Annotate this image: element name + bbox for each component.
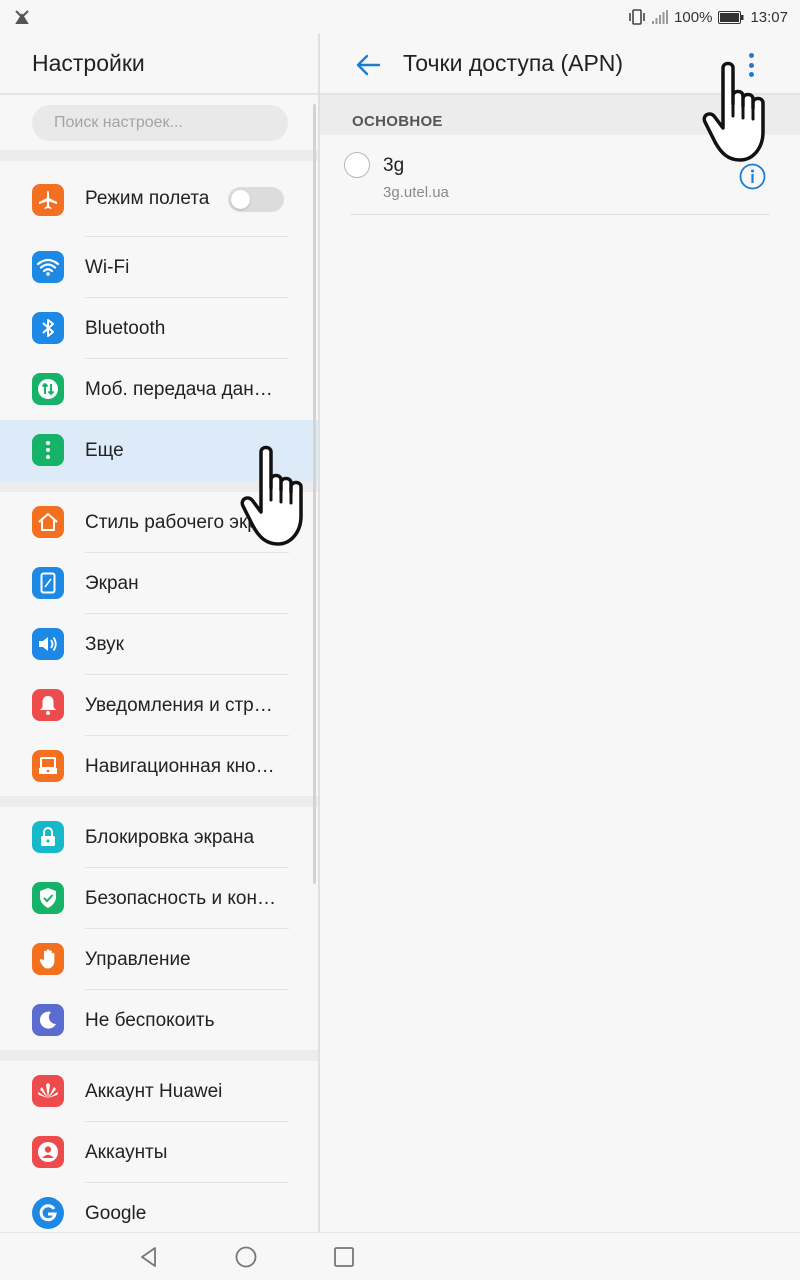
signal-icon	[652, 10, 669, 24]
display-icon	[32, 567, 64, 599]
sound-icon	[32, 628, 64, 660]
divider	[350, 214, 770, 215]
sidebar-item-display[interactable]: Экран	[0, 553, 318, 614]
battery-percent: 100%	[674, 8, 713, 26]
group-separator	[0, 1050, 318, 1061]
recents-nav-icon[interactable]	[332, 1245, 356, 1269]
sidebar-item-label: Экран	[85, 573, 139, 594]
navigation-bar	[0, 1232, 800, 1280]
sidebar-item-label: Уведомления и строка состояния	[85, 695, 280, 716]
mobile-data-icon	[32, 373, 64, 405]
apn-url: 3g.utel.ua	[383, 184, 449, 201]
bluetooth-icon	[32, 312, 64, 344]
sidebar-item-label: Режим полета	[85, 188, 210, 209]
sidebar-item-nav-key[interactable]: Навигационная кнопка	[0, 736, 318, 797]
sidebar-item-bluetooth[interactable]: Bluetooth	[0, 298, 318, 359]
settings-list-pane: Настройки Поиск настроек... Режим полета…	[0, 34, 318, 1232]
sidebar-item-label: Безопасность и конфиденциальность	[85, 888, 280, 909]
sidebar-item-label: Навигационная кнопка	[85, 756, 280, 777]
sidebar-item-google[interactable]: Google	[0, 1183, 318, 1232]
apn-pane: Точки доступа (APN) ОСНОВНОЕ 3g 3g.utel.…	[320, 34, 800, 1232]
sidebar-item-label: Звук	[85, 634, 124, 655]
hand-icon	[32, 943, 64, 975]
bell-icon	[32, 689, 64, 721]
nav-key-icon	[32, 750, 64, 782]
airplane-icon	[32, 184, 64, 216]
vibrate-icon	[629, 9, 645, 25]
more-vertical-icon	[32, 434, 64, 466]
home-nav-icon[interactable]	[234, 1245, 258, 1269]
sidebar-item-label: Управление	[85, 949, 191, 970]
group-separator	[0, 796, 318, 807]
divider	[0, 93, 318, 95]
clock: 13:07	[750, 8, 788, 26]
sidebar-item-label: Wi-Fi	[85, 257, 130, 278]
page-title: Точки доступа (APN)	[403, 50, 624, 76]
home-icon	[32, 506, 64, 538]
hand-pointer-icon	[702, 61, 765, 162]
search-input[interactable]: Поиск настроек...	[32, 105, 288, 141]
page-title: Настройки	[32, 50, 145, 76]
account-icon	[32, 1136, 64, 1168]
sidebar-item-sound[interactable]: Звук	[0, 614, 318, 675]
sidebar-item-label: Блокировка экрана	[85, 827, 255, 848]
sidebar-item-mobile-data[interactable]: Моб. передача данных	[0, 359, 318, 420]
huawei-icon	[32, 1075, 64, 1107]
sidebar-item-do-not-disturb[interactable]: Не беспокоить	[0, 990, 318, 1051]
sidebar-item-label: Bluetooth	[85, 318, 166, 339]
hand-pointer-icon	[240, 445, 303, 546]
moon-icon	[32, 1004, 64, 1036]
sidebar-item-security[interactable]: Безопасность и конфиденциальность	[0, 868, 318, 929]
sidebar-item-management[interactable]: Управление	[0, 929, 318, 990]
sidebar-item-wifi[interactable]: Wi-Fi	[0, 237, 318, 298]
sidebar-item-screen-lock[interactable]: Блокировка экрана	[0, 807, 318, 868]
back-arrow-icon[interactable]	[354, 51, 382, 79]
sidebar-item-airplane-mode[interactable]: Режим полета	[0, 161, 318, 237]
battery-icon	[718, 10, 744, 24]
google-icon	[32, 1197, 64, 1229]
toggle-knob	[231, 190, 250, 209]
wifi-icon	[32, 251, 64, 283]
back-nav-icon[interactable]	[137, 1245, 161, 1269]
sidebar-item-label: Не беспокоить	[85, 1010, 215, 1031]
shield-icon	[32, 882, 64, 914]
lock-icon	[32, 821, 64, 853]
info-icon[interactable]	[739, 163, 766, 190]
sidebar-item-label: Аккаунт Huawei	[85, 1081, 223, 1102]
sidebar-item-huawei-account[interactable]: Аккаунт Huawei	[0, 1061, 318, 1122]
sidebar-item-notifications[interactable]: Уведомления и строка состояния	[0, 675, 318, 736]
section-title: ОСНОВНОЕ	[352, 113, 443, 130]
apn-radio-button[interactable]	[344, 152, 370, 178]
sidebar-item-accounts[interactable]: Аккаунты	[0, 1122, 318, 1183]
app-notification-icon	[15, 10, 29, 24]
sidebar-item-label: Google	[85, 1203, 147, 1224]
sidebar-item-label: Аккаунты	[85, 1142, 168, 1163]
group-separator	[0, 150, 318, 161]
sidebar-item-label: Моб. передача данных	[85, 379, 280, 400]
status-bar: 100% 13:07	[0, 0, 800, 34]
apn-name: 3g	[383, 155, 405, 176]
airplane-mode-toggle[interactable]	[228, 187, 284, 212]
